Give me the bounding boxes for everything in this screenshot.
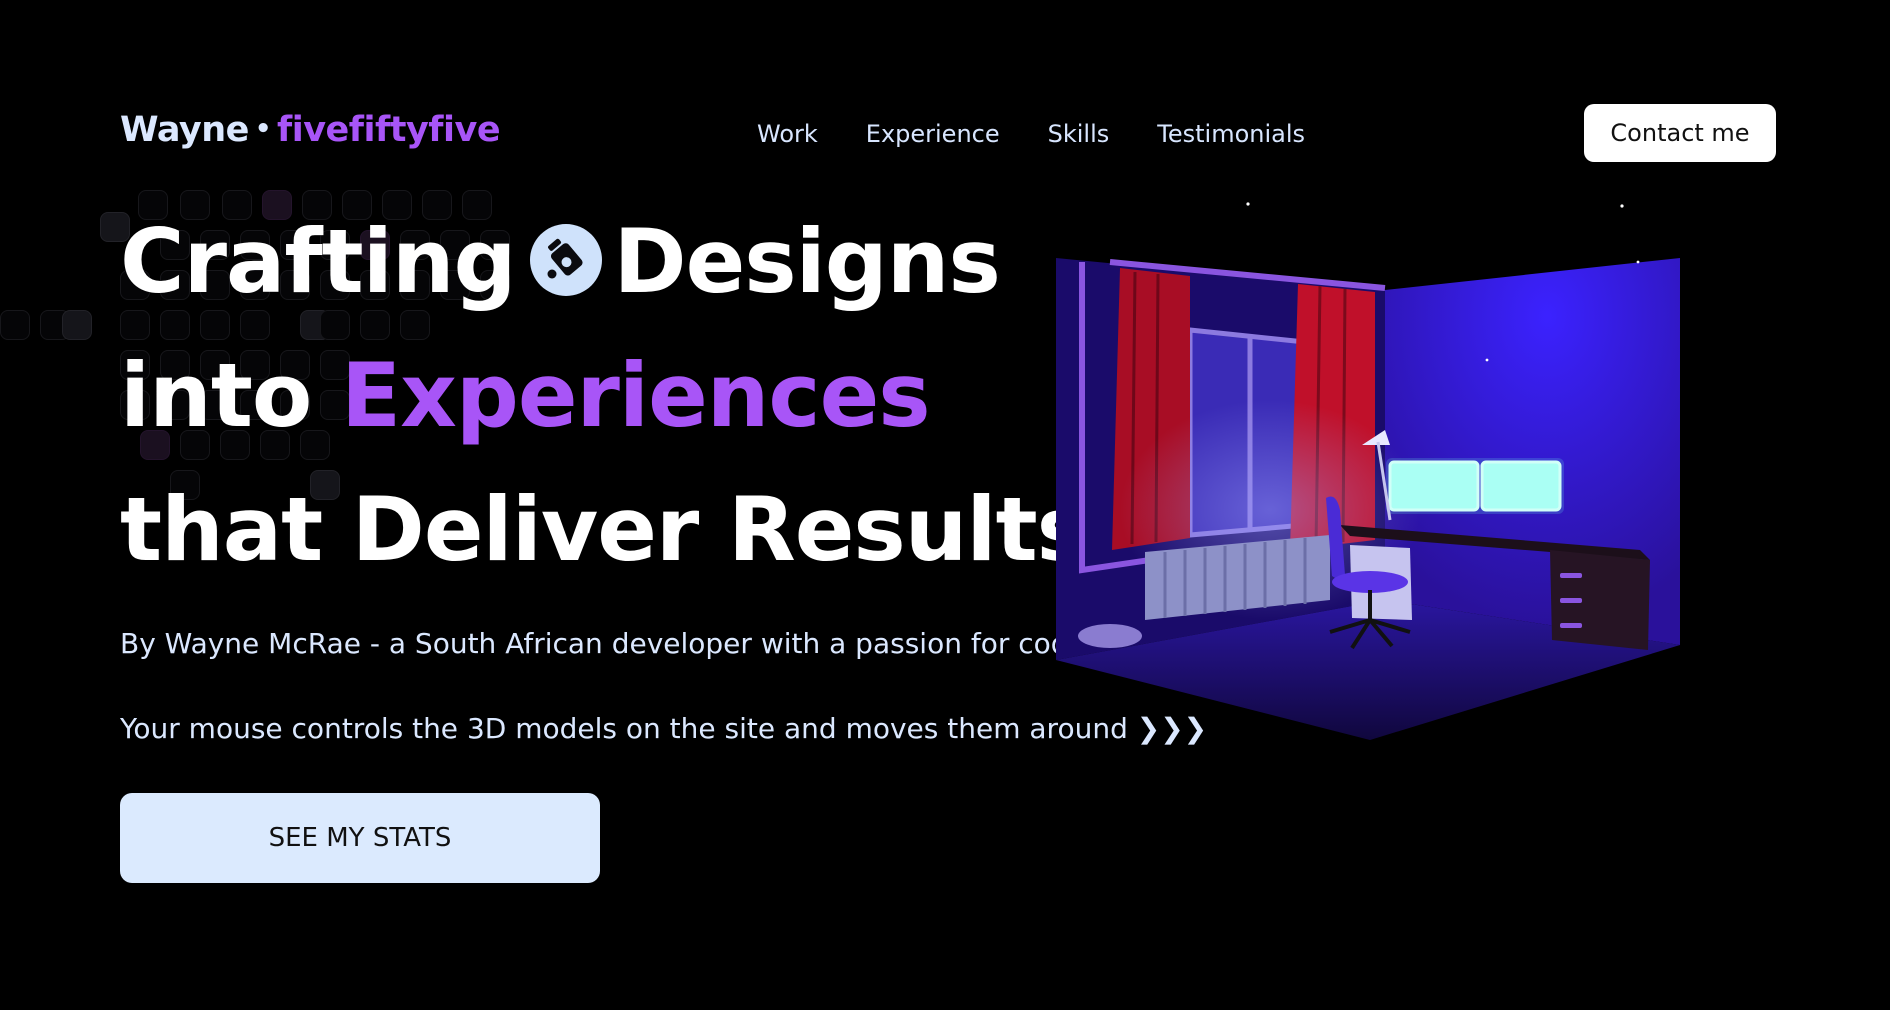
pen-tool-icon	[529, 224, 602, 297]
hero-headline: Crafting Designs into Experiences that D…	[120, 195, 1089, 597]
hero-page: Wayne • fivefiftyfive Work Experience Skil…	[0, 0, 1890, 1010]
see-my-stats-button[interactable]: SEE MY STATS	[120, 793, 600, 883]
headline-line-3: that Deliver Results	[120, 478, 1089, 581]
headline-word-experiences: Experiences	[340, 344, 931, 447]
hero-subtitle: By Wayne McRae - a South African develop…	[120, 627, 1095, 660]
nav-link-experience[interactable]: Experience	[866, 120, 1000, 148]
headline-line-2: into Experiences	[120, 329, 1088, 463]
logo-brand: fivefiftyfive	[277, 110, 501, 150]
chair-seat	[1332, 571, 1408, 593]
navbar: Wayne • fivefiftyfive Work Experience Skil…	[0, 0, 1890, 200]
nav-link-testimonials[interactable]: Testimonials	[1157, 120, 1305, 148]
logo-separator: •	[254, 114, 272, 144]
nav-links: Work Experience Skills Testimonials	[757, 120, 1305, 148]
room-illustration	[1056, 202, 1680, 740]
3d-room-model[interactable]	[1040, 180, 1720, 760]
logo[interactable]: Wayne • fivefiftyfive	[120, 110, 501, 150]
nav-link-skills[interactable]: Skills	[1048, 120, 1110, 148]
robot-vacuum	[1078, 624, 1142, 648]
nav-link-work[interactable]: Work	[757, 120, 818, 148]
headline-word-into: into	[120, 344, 312, 447]
headline-line-1: Crafting Designs	[120, 195, 1088, 329]
headline-word-crafting: Crafting	[120, 210, 517, 313]
grid-square	[62, 310, 92, 340]
logo-name: Wayne	[120, 110, 249, 150]
contact-button[interactable]: Contact me	[1584, 104, 1776, 162]
headline-word-designs: Designs	[613, 210, 1001, 313]
grid-square	[0, 310, 30, 340]
